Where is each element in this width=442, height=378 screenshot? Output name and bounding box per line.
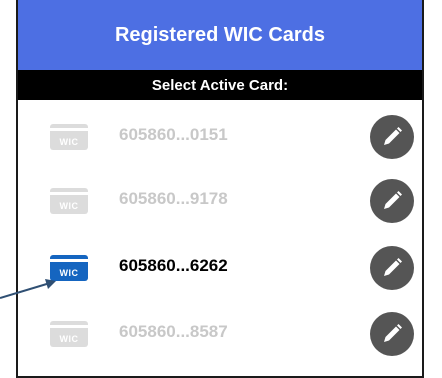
card-number: 605860...6262 [119, 256, 228, 275]
edit-card-button[interactable] [370, 179, 414, 223]
wic-card-icon: WIC [50, 188, 88, 214]
edit-card-button[interactable] [370, 115, 414, 159]
pencil-icon [384, 324, 402, 342]
card-row-8587[interactable]: WIC 605860...8587 [18, 304, 422, 364]
card-number: 605860...9178 [119, 189, 228, 208]
wic-card-icon: WIC [50, 321, 88, 347]
pencil-icon [384, 127, 402, 145]
select-active-card-label: Select Active Card: [18, 70, 422, 100]
wic-card-icon: WIC [50, 255, 88, 281]
edit-card-button[interactable] [370, 312, 414, 356]
card-row-9178[interactable]: WIC 605860...9178 [18, 171, 422, 231]
wic-card-icon: WIC [50, 124, 88, 150]
wic-cards-panel: Registered WIC Cards Select Active Card:… [16, 0, 424, 378]
edit-card-button[interactable] [370, 246, 414, 290]
card-row-6262[interactable]: WIC 605860...6262 [18, 238, 422, 298]
card-number: 605860...0151 [119, 125, 228, 144]
card-number: 605860...8587 [119, 322, 228, 341]
pencil-icon [384, 258, 402, 276]
card-row-0151[interactable]: WIC 605860...0151 [18, 107, 422, 167]
pencil-icon [384, 191, 402, 209]
page-title: Registered WIC Cards [18, 0, 422, 70]
